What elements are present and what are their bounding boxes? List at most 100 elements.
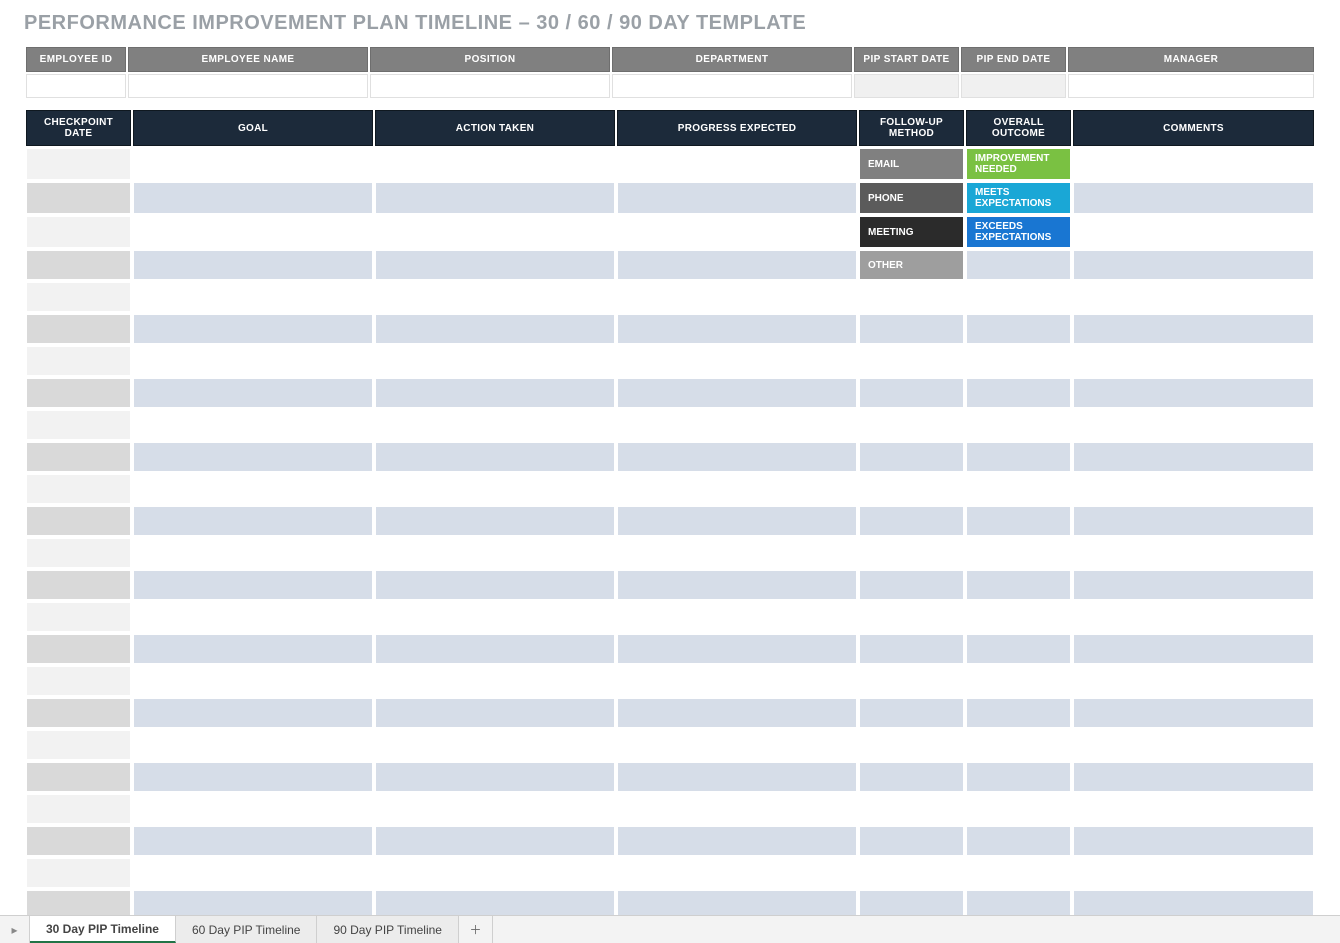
table-cell[interactable] <box>859 474 964 504</box>
sheet-nav-prev[interactable]: ▸ <box>0 916 30 943</box>
table-cell[interactable] <box>133 634 373 664</box>
cell-employee-id[interactable] <box>26 74 126 98</box>
table-cell[interactable] <box>375 762 615 792</box>
table-cell[interactable] <box>859 570 964 600</box>
add-sheet-button[interactable]: ＋ <box>459 916 493 943</box>
sheet-tab-90day[interactable]: 90 Day PIP Timeline <box>317 916 459 943</box>
table-cell[interactable] <box>375 730 615 760</box>
table-cell[interactable] <box>26 826 131 856</box>
table-cell[interactable] <box>375 538 615 568</box>
table-cell[interactable] <box>966 634 1071 664</box>
table-cell[interactable] <box>375 858 615 888</box>
table-cell[interactable] <box>1073 474 1314 504</box>
table-cell[interactable] <box>617 762 857 792</box>
table-cell[interactable] <box>966 570 1071 600</box>
table-cell[interactable] <box>133 314 373 344</box>
table-cell[interactable] <box>1073 730 1314 760</box>
table-cell[interactable] <box>966 666 1071 696</box>
table-cell[interactable] <box>859 858 964 888</box>
sheet-tab-30day[interactable]: 30 Day PIP Timeline <box>30 916 176 943</box>
table-cell[interactable] <box>966 442 1071 472</box>
table-cell[interactable] <box>133 698 373 728</box>
table-cell[interactable] <box>617 250 857 280</box>
table-cell[interactable] <box>859 762 964 792</box>
table-cell[interactable] <box>1073 698 1314 728</box>
cell-pip-end[interactable] <box>961 74 1066 98</box>
table-cell[interactable] <box>859 698 964 728</box>
table-cell[interactable] <box>966 410 1071 440</box>
table-cell[interactable] <box>133 602 373 632</box>
table-cell[interactable] <box>375 666 615 696</box>
table-cell[interactable] <box>133 538 373 568</box>
table-cell[interactable] <box>133 378 373 408</box>
table-cell[interactable] <box>1073 346 1314 376</box>
table-cell[interactable] <box>617 474 857 504</box>
table-cell[interactable] <box>375 182 615 214</box>
table-cell[interactable] <box>26 346 131 376</box>
table-cell[interactable] <box>1073 634 1314 664</box>
table-cell[interactable] <box>1073 182 1314 214</box>
table-cell[interactable] <box>133 858 373 888</box>
outcome-option[interactable]: MEETS EXPECTATIONS <box>966 182 1071 214</box>
table-cell[interactable] <box>375 570 615 600</box>
followup-option[interactable]: MEETING <box>859 216 964 248</box>
table-cell[interactable] <box>966 762 1071 792</box>
table-cell[interactable] <box>26 216 131 248</box>
table-cell[interactable] <box>26 282 131 312</box>
table-cell[interactable] <box>26 148 131 180</box>
table-cell[interactable] <box>375 314 615 344</box>
table-cell[interactable] <box>1073 666 1314 696</box>
table-cell[interactable] <box>617 794 857 824</box>
table-cell[interactable] <box>1073 148 1314 180</box>
table-cell[interactable] <box>859 506 964 536</box>
table-cell[interactable] <box>1073 762 1314 792</box>
table-cell[interactable] <box>617 442 857 472</box>
table-cell[interactable] <box>859 730 964 760</box>
table-cell[interactable] <box>26 314 131 344</box>
table-cell[interactable] <box>1073 216 1314 248</box>
table-cell[interactable] <box>375 474 615 504</box>
table-cell[interactable] <box>1073 602 1314 632</box>
table-cell[interactable] <box>859 538 964 568</box>
table-cell[interactable] <box>26 634 131 664</box>
table-cell[interactable] <box>375 216 615 248</box>
table-cell[interactable] <box>26 794 131 824</box>
table-cell[interactable] <box>375 442 615 472</box>
table-cell[interactable] <box>617 730 857 760</box>
table-cell[interactable] <box>26 442 131 472</box>
table-cell[interactable] <box>133 216 373 248</box>
table-cell[interactable] <box>26 698 131 728</box>
table-cell[interactable] <box>26 762 131 792</box>
table-cell[interactable] <box>966 314 1071 344</box>
table-cell[interactable] <box>1073 314 1314 344</box>
table-cell[interactable] <box>617 182 857 214</box>
table-cell[interactable] <box>133 506 373 536</box>
sheet-tab-60day[interactable]: 60 Day PIP Timeline <box>176 916 318 943</box>
cell-pip-start[interactable] <box>854 74 959 98</box>
table-cell[interactable] <box>26 182 131 214</box>
table-cell[interactable] <box>617 570 857 600</box>
table-cell[interactable] <box>617 666 857 696</box>
table-cell[interactable] <box>133 282 373 312</box>
table-cell[interactable] <box>26 378 131 408</box>
table-cell[interactable] <box>859 282 964 312</box>
table-cell[interactable] <box>1073 858 1314 888</box>
table-cell[interactable] <box>133 410 373 440</box>
table-cell[interactable] <box>133 474 373 504</box>
table-cell[interactable] <box>617 634 857 664</box>
table-cell[interactable] <box>26 730 131 760</box>
table-cell[interactable] <box>966 794 1071 824</box>
table-cell[interactable] <box>859 666 964 696</box>
table-cell[interactable] <box>617 148 857 180</box>
table-cell[interactable] <box>966 250 1071 280</box>
table-cell[interactable] <box>617 410 857 440</box>
outcome-option[interactable]: EXCEEDS EXPECTATIONS <box>966 216 1071 248</box>
table-cell[interactable] <box>859 794 964 824</box>
table-cell[interactable] <box>133 730 373 760</box>
table-cell[interactable] <box>617 378 857 408</box>
table-cell[interactable] <box>966 474 1071 504</box>
table-cell[interactable] <box>966 378 1071 408</box>
table-cell[interactable] <box>375 282 615 312</box>
cell-employee-name[interactable] <box>128 74 368 98</box>
table-cell[interactable] <box>26 474 131 504</box>
